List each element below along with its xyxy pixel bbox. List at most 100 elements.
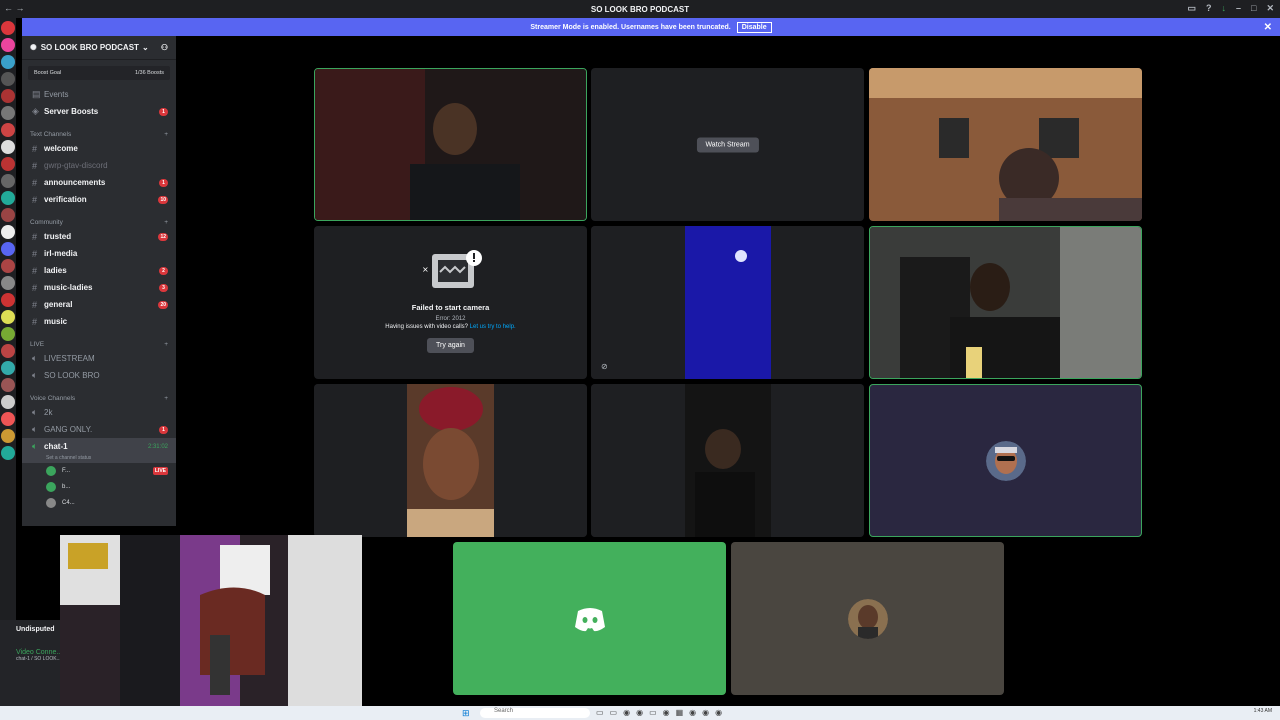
video-tile[interactable] [869,68,1142,221]
try-again-button[interactable]: Try again [427,338,474,353]
add-member-icon[interactable]: ⚇ [161,43,168,52]
windows-start-icon[interactable]: ⊞ [462,708,470,719]
server-icon[interactable] [1,429,15,443]
server-icon[interactable] [1,344,15,358]
channel-welcome[interactable]: # welcome [22,140,176,157]
category-voice-channels[interactable]: Voice Channels + [22,390,176,404]
video-tile[interactable] [869,226,1142,379]
add-channel-icon[interactable]: + [164,219,168,226]
server-icon[interactable] [1,242,15,256]
channel-label: announcements [44,178,106,187]
channel-music[interactable]: # music [22,313,176,330]
participant-video [870,227,1141,378]
server-icon[interactable] [1,327,15,341]
video-tile[interactable]: ⊘ [591,226,864,379]
server-icon[interactable] [1,225,15,239]
boost-goal-bar[interactable]: Boost Goal 1/36 Boosts [28,66,170,80]
avatar-tile[interactable] [453,542,726,695]
server-icon[interactable] [1,259,15,273]
disable-streamer-mode-button[interactable]: Disable [736,21,772,33]
help-icon[interactable]: ? [1206,3,1212,14]
inbox-icon[interactable]: ▭ [1187,3,1196,14]
sidebar-item-events[interactable]: ▤ Events [22,86,176,103]
boost-count: 1/36 Boosts [134,70,164,76]
add-channel-icon[interactable]: + [164,395,168,402]
server-icon[interactable] [1,174,15,188]
video-tile[interactable] [591,384,864,537]
server-list [0,18,16,720]
voice-member[interactable]: F... LIVE [22,463,176,479]
server-icon[interactable] [1,38,15,52]
channel-label: GANG ONLY. [44,425,93,434]
add-channel-icon[interactable]: + [164,341,168,348]
category-live[interactable]: LIVE + [22,336,176,350]
server-header[interactable]: ✺ SO LOOK BRO PODCAST ⌄ ⚇ [22,36,176,60]
close-window-button[interactable]: ✕ [1266,3,1274,14]
channel-announcements[interactable]: # announcements 1 [22,174,176,191]
channel-general[interactable]: # general 20 [22,296,176,313]
channel-gwrp[interactable]: # gwrp-gtav-discord [22,157,176,174]
server-icon[interactable] [1,55,15,69]
video-tile[interactable] [314,68,587,221]
channel-status-hint[interactable]: Set a channel status [22,455,176,463]
server-icon[interactable] [1,395,15,409]
server-icon[interactable] [1,123,15,137]
category-label: Voice Channels [30,395,76,402]
server-icon[interactable] [1,89,15,103]
server-icon[interactable] [1,412,15,426]
server-icon[interactable] [1,276,15,290]
server-icon[interactable] [1,140,15,154]
member-name: F... [62,468,71,474]
server-icon[interactable] [1,293,15,307]
watch-stream-button[interactable]: Watch Stream [696,137,759,152]
avatar [847,598,888,639]
server-icon[interactable] [1,21,15,35]
banner-close-icon[interactable]: ✕ [1264,22,1272,33]
speaker-icon: 🔈︎ [32,424,38,434]
server-icon[interactable] [1,191,15,205]
voice-channel-chat-1[interactable]: 🔈︎ chat-1 2:31:02 [22,438,176,455]
streamer-mode-banner: Streamer Mode is enabled. Usernames have… [22,18,1280,36]
server-icon[interactable] [1,446,15,460]
download-icon[interactable]: ↓ [1222,3,1227,14]
category-community[interactable]: Community + [22,214,176,228]
unread-badge: 10 [158,195,168,204]
channel-verification[interactable]: # verification 10 [22,191,176,208]
server-icon[interactable] [1,106,15,120]
server-icon[interactable] [1,378,15,392]
maximize-button[interactable]: □ [1251,3,1256,14]
avatar-tile[interactable] [731,542,1004,695]
server-icon[interactable] [1,157,15,171]
channel-ladies[interactable]: # ladies 2 [22,262,176,279]
add-channel-icon[interactable]: + [164,131,168,138]
channel-irl-media[interactable]: # irl-media [22,245,176,262]
sidebar-item-label: Server Boosts [44,107,99,116]
voice-channel-2k[interactable]: 🔈︎ 2k [22,404,176,421]
picture-in-picture-video[interactable] [60,535,362,707]
channel-trusted[interactable]: # trusted 12 [22,228,176,245]
unread-badge: 12 [158,232,168,241]
voice-channel-so-look-bro[interactable]: 🔈︎ SO LOOK BRO [22,367,176,384]
server-icon[interactable] [1,361,15,375]
help-link[interactable]: Let us try to help. [470,324,516,330]
server-icon[interactable] [1,72,15,86]
video-tile[interactable] [314,384,587,537]
category-text-channels[interactable]: Text Channels + [22,126,176,140]
voice-member[interactable]: b... [22,479,176,495]
hash-icon: # [32,231,38,242]
voice-channel-livestream[interactable]: 🔈︎ LIVESTREAM [22,350,176,367]
server-icon[interactable] [1,310,15,324]
back-arrow-icon[interactable]: ← → [4,3,25,13]
stream-tile[interactable]: Watch Stream [591,68,864,221]
taskbar-search[interactable]: Search [480,708,590,718]
voice-member[interactable]: C4... [22,495,176,511]
minimize-button[interactable]: – [1236,3,1241,14]
camera-off-icon: ⊘ [601,362,608,371]
avatar-tile[interactable] [869,384,1142,537]
voice-channel-gang-only[interactable]: 🔈︎ GANG ONLY. 1 [22,421,176,438]
server-icon[interactable] [1,208,15,222]
sidebar-item-server-boosts[interactable]: ◈ Server Boosts 1 [22,103,176,120]
channel-music-ladies[interactable]: # music-ladies 3 [22,279,176,296]
channel-label: irl-media [44,249,78,258]
channel-label: general [44,300,73,309]
